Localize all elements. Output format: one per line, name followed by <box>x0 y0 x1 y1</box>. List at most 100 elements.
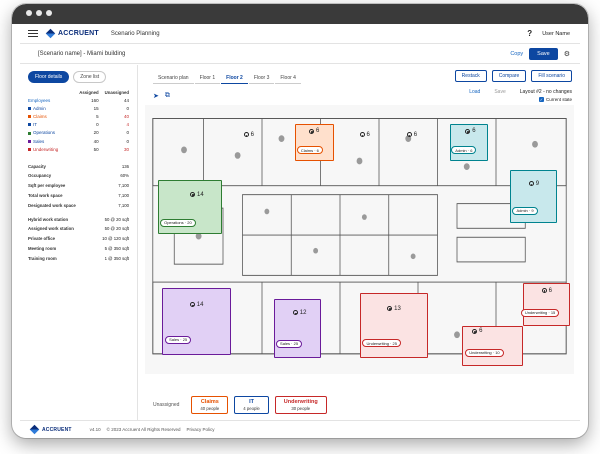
stat-row: Occupancy 60% <box>28 171 129 181</box>
stat-row: Assigned work station 50 @ 20 sqft <box>28 224 129 234</box>
department-row[interactable]: Underwriting 50 30 <box>28 145 129 153</box>
unassigned-count: 4 <box>126 122 129 128</box>
seat-count[interactable]: 6 <box>359 131 370 138</box>
seat-count-value: 6 <box>548 287 552 294</box>
unassigned-card[interactable]: IT 4 people <box>234 396 269 414</box>
zone-underwriting[interactable]: 6 Underwriting · 15 <box>520 282 570 326</box>
department-row[interactable]: Employees 160 44 <box>28 96 129 104</box>
unassigned-count: 44 <box>123 97 129 103</box>
unassigned-card[interactable]: Underwriting 30 people <box>274 396 327 414</box>
seat-count: 6 <box>308 128 319 134</box>
footer-logo: ACCRUENT <box>29 424 72 435</box>
app-title: Scenario Planning <box>110 30 160 37</box>
department-name-cell: Sales <box>28 137 74 145</box>
current-state-label: Current state <box>545 97 572 102</box>
unassigned-count: 30 <box>123 146 129 152</box>
card-count: 30 people <box>291 406 311 411</box>
user-menu[interactable]: User Name <box>542 31 570 37</box>
seat-count[interactable]: 6 <box>243 132 254 138</box>
unassigned-count: 40 <box>123 113 129 119</box>
seat-count-value: 14 <box>197 191 204 198</box>
tab-zone-list[interactable]: Zone list <box>73 71 107 83</box>
seat-count-value: 6 <box>366 131 370 138</box>
zone-claims[interactable]: 6 Claims · 6 <box>295 123 334 162</box>
gear-icon[interactable]: ⚙ <box>564 50 570 58</box>
department-name[interactable]: Claims <box>33 114 47 119</box>
floor-tab[interactable]: Floor 4 <box>275 73 301 84</box>
seat-icon <box>465 128 471 134</box>
department-row[interactable]: IT 0 4 <box>28 121 129 129</box>
department-name[interactable]: IT <box>33 122 37 127</box>
stat-label: Hybrid work station <box>28 216 69 222</box>
copy-button[interactable]: Copy <box>510 51 523 57</box>
privacy-link[interactable]: Privacy Policy <box>187 427 215 432</box>
seat-count-value: 6 <box>413 131 418 138</box>
compare-button[interactable]: Compare <box>491 70 527 82</box>
floor-tab[interactable]: Scenario plan <box>153 73 194 84</box>
stat-label: Meeting room <box>28 245 57 251</box>
zone-sales[interactable]: 12 Sales · 25 <box>273 298 321 358</box>
department-row[interactable]: Operations 20 0 <box>28 129 129 137</box>
stat-row: Capacity 136 <box>28 161 129 171</box>
app: ACCRUENT Scenario Planning ? User Name [… <box>20 24 580 438</box>
department-color-icon <box>28 123 31 127</box>
zone-operations[interactable]: 14 Operations · 20 <box>157 180 223 235</box>
stat-value: 7,100 <box>118 202 129 208</box>
zone-underwriting[interactable]: 13 Underwriting · 25 <box>359 293 429 358</box>
seat-count-value: 13 <box>394 305 401 312</box>
department-color-icon <box>28 139 31 143</box>
assigned-count: 50 <box>93 146 99 152</box>
unassigned-card[interactable]: Claims 40 people <box>191 396 229 414</box>
assigned-count: 0 <box>96 122 99 128</box>
department-name-cell: Employees <box>28 96 74 104</box>
zone-sales[interactable]: 14 Sales · 25 <box>162 287 231 356</box>
assigned-count: 160 <box>91 97 99 103</box>
department-name-cell: Admin <box>28 104 74 112</box>
floor-tab[interactable]: Floor 3 <box>248 73 275 84</box>
department-name[interactable]: Sales <box>33 139 44 144</box>
zone-label: Underwriting · 15 <box>520 308 560 317</box>
zone-admin[interactable]: 6 Admin · 6 <box>449 123 489 162</box>
pointer-tool-icon[interactable]: ➤ <box>153 92 159 100</box>
seat-count: 6 <box>472 328 483 334</box>
zone-label: Sales · 25 <box>165 335 192 344</box>
zone-underwriting[interactable]: 6 Underwriting · 10 <box>462 325 523 366</box>
save-layout-link[interactable]: Save <box>494 89 505 95</box>
restack-button[interactable]: Restack <box>454 70 487 82</box>
save-button[interactable]: Save <box>529 47 558 60</box>
stat-value: 7,100 <box>118 193 129 199</box>
floor-tab[interactable]: Floor 1 <box>194 73 221 84</box>
zone-admin[interactable]: 9 Admin · 9 <box>509 169 557 224</box>
fill-scenario-button[interactable]: Fill scenario <box>531 70 572 82</box>
department-row[interactable]: Admin 15 0 <box>28 104 129 112</box>
current-state-toggle[interactable]: ✓ Current state <box>538 97 572 102</box>
stat-label: Designated work space <box>28 202 76 208</box>
seat-icon <box>528 181 534 187</box>
seat-count[interactable]: 6 <box>406 131 418 138</box>
department-color-icon <box>28 148 31 152</box>
stat-row: Private office 10 @ 120 sqft <box>28 234 129 244</box>
department-name[interactable]: Operations <box>33 130 55 135</box>
stat-row: Hybrid work station 50 @ 20 sqft <box>28 214 129 224</box>
unassigned-count: 0 <box>126 105 129 111</box>
department-color-icon <box>28 115 31 119</box>
seat-icon <box>292 310 298 316</box>
department-name[interactable]: Employees <box>28 98 50 103</box>
tab-floor-details[interactable]: Floor details <box>28 71 70 83</box>
floor-plan[interactable]: 14 Operations · 20 6 Claims · 6 6 Admin … <box>145 105 574 374</box>
floor-tab[interactable]: Floor 2 <box>221 73 248 84</box>
load-link[interactable]: Load <box>469 89 480 95</box>
checkbox-checked-icon[interactable]: ✓ <box>538 97 544 102</box>
plan-tools: ➤ ⧉ <box>153 92 170 100</box>
seat-count-value: 12 <box>299 309 307 316</box>
stat-value: 7,100 <box>118 183 129 189</box>
department-row[interactable]: Sales 40 0 <box>28 137 129 145</box>
department-color-icon <box>28 131 31 135</box>
department-name[interactable]: Admin <box>33 106 46 111</box>
help-icon[interactable]: ? <box>527 29 532 38</box>
menu-icon[interactable] <box>28 30 38 37</box>
department-name[interactable]: Underwriting <box>33 147 58 152</box>
department-row[interactable]: Claims 5 40 <box>28 112 129 120</box>
stat-label: Training room <box>28 255 57 261</box>
select-area-tool-icon[interactable]: ⧉ <box>165 92 170 100</box>
